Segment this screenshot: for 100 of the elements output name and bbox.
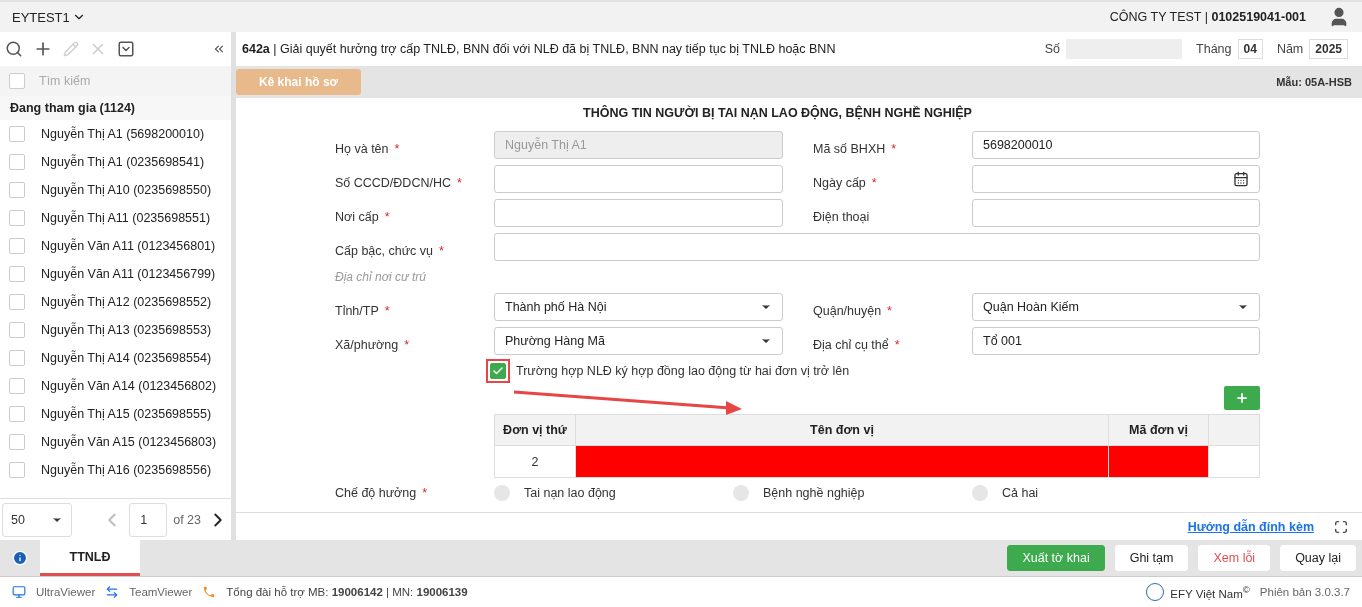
info-icon[interactable] [12, 550, 28, 566]
pencil-icon[interactable] [63, 41, 79, 57]
employee-name[interactable]: Nguyễn Thị A1 (0235698541) [41, 155, 205, 169]
support-text: Tổng đài hỗ trợ MB: 19006142 | MN: 19006139 [226, 586, 468, 598]
employee-name[interactable]: Nguyễn Thị A13 (0235698553) [41, 323, 212, 337]
employee-name[interactable]: Nguyễn Thị A10 (0235698550) [41, 183, 212, 197]
year-field[interactable]: 2025 [1309, 39, 1348, 59]
row-checkbox[interactable] [9, 154, 25, 170]
column-header: Đơn vị thứ [494, 414, 576, 446]
field-label: Quận/huyện * [813, 303, 893, 318]
row-checkbox[interactable] [9, 350, 25, 366]
tab[interactable]: TTNLĐ [40, 540, 140, 576]
field-label: Mã số BHXH * [813, 141, 898, 156]
month-label: Tháng [1196, 42, 1232, 56]
phone-icon [202, 585, 217, 599]
row-checkbox[interactable] [9, 182, 25, 198]
field-label: Ngày cấp * [813, 175, 878, 190]
field-label: Điện thoại [813, 209, 871, 224]
employee-name[interactable]: Nguyễn Văn A11 (0123456801) [41, 239, 216, 253]
row-checkbox[interactable] [9, 294, 25, 310]
input-field[interactable] [494, 199, 783, 227]
employee-name[interactable]: Nguyễn Văn A14 (0123456802) [41, 379, 217, 393]
page-total: of 23 [173, 512, 201, 527]
employee-name[interactable]: Nguyễn Thị A14 (0235698554) [41, 351, 212, 365]
row-checkbox[interactable] [9, 406, 25, 422]
employee-name[interactable]: Nguyễn Văn A11 (0123456799) [41, 267, 216, 281]
row-checkbox[interactable] [9, 210, 25, 226]
column-header [1208, 414, 1260, 446]
column-header: Mã đơn vị [1108, 414, 1209, 446]
page-size-select[interactable]: 50 [2, 502, 72, 537]
employee-name[interactable]: Nguyễn Thị A12 (0235698552) [41, 295, 212, 309]
radio-icon[interactable] [494, 485, 510, 501]
radio-option[interactable]: Tai nạn lao động [494, 485, 733, 501]
form-title: THÔNG TIN NGƯỜI BỊ TAI NẠN LAO ĐỘNG, BỆNH NGHỀ NGHIỆP [582, 106, 973, 120]
month-field[interactable]: 04 [1237, 39, 1263, 59]
field-label: Nơi cấp * [335, 209, 391, 224]
radio-icon[interactable] [972, 485, 988, 501]
row-checkbox[interactable] [9, 462, 25, 478]
column-header: Tên đơn vị [575, 414, 1109, 446]
plus-icon [1235, 391, 1249, 405]
table-cell: 2 [494, 445, 576, 478]
row-checkbox[interactable] [9, 434, 25, 450]
select-field[interactable]: Thành phố Hà Nội [494, 293, 783, 321]
employee-name[interactable]: Nguyễn Thị A1 (5698200010) [41, 127, 205, 141]
page-field[interactable]: 1 [129, 502, 168, 537]
field-label: Số CCCD/ĐDCN/HC * [335, 175, 463, 190]
section-label: Địa chỉ nơi cư trú [335, 269, 427, 286]
form-code: Mẫu: 05A-HSB [1276, 76, 1352, 88]
action-button[interactable]: Xem lỗi [1198, 545, 1271, 571]
chevron-square-icon[interactable] [117, 40, 135, 58]
input-field[interactable]: Tổ 001 [972, 327, 1260, 355]
employee-name[interactable]: Nguyễn Văn A15 (0123456803) [41, 435, 217, 449]
select-all-checkbox[interactable] [9, 73, 25, 89]
select-field[interactable]: Phường Hàng Mã [494, 327, 783, 355]
radio-option[interactable]: Cả hai [972, 485, 1172, 501]
group-heading: Đang tham gia (1124) [0, 96, 231, 120]
input-field[interactable] [494, 233, 1260, 261]
select-field[interactable]: Quận Hoàn Kiếm [972, 293, 1260, 321]
search-field[interactable]: Tìm kiếm [0, 66, 231, 96]
brand-name: EFY Việt Nam$^{©}$ [1170, 584, 1250, 600]
check-icon [492, 365, 504, 377]
field-label: Địa chỉ cụ thể * [813, 337, 901, 352]
calendar-icon[interactable] [1233, 171, 1249, 187]
collapse-icon[interactable] [212, 42, 226, 56]
input-field[interactable] [494, 165, 783, 193]
input-field[interactable]: 5698200010 [972, 131, 1260, 159]
row-checkbox[interactable] [9, 322, 25, 338]
document-title: 642a | Giải quyết hưởng trợ cấp TNLĐ, BNN đối với NLĐ đã bị TNLĐ, BNN nay tiếp tục bị TNLĐ hoặc BNN [242, 42, 837, 56]
checkbox-label: Trường hợp NLĐ ký hợp đồng lao động từ hai đơn vị trở lên [516, 364, 850, 378]
action-button[interactable]: Quay lại [1280, 545, 1356, 571]
tool-link[interactable]: UltraViewer [36, 586, 96, 598]
account-menu[interactable]: EYTEST1 [12, 9, 86, 25]
version-text: Phiên bản 3.0.3.7 [1259, 586, 1350, 598]
row-checkbox[interactable] [9, 378, 25, 394]
arrows-icon[interactable] [105, 585, 120, 599]
search-icon[interactable] [5, 40, 23, 58]
field-label: Chế độ hưởng * [335, 486, 429, 500]
table-cell [1208, 445, 1260, 478]
company-name: CÔNG TY TEST | 0102519041-001 [1109, 10, 1306, 24]
field-label: Xã/phường * [335, 337, 410, 352]
year-label: Năm [1276, 42, 1304, 56]
row-checkbox[interactable] [9, 238, 25, 254]
employee-name[interactable]: Nguyễn Thị A16 (0235698556) [41, 463, 212, 477]
field-label: Họ và tên * [335, 141, 401, 156]
employee-name[interactable]: Nguyễn Thị A15 (0235698555) [41, 407, 212, 421]
date-field[interactable] [972, 165, 1260, 193]
field-label: Tỉnh/TP * [335, 303, 391, 318]
monitor-icon[interactable] [12, 585, 26, 599]
number-label: Số [1044, 42, 1061, 56]
action-button[interactable]: Ghi tạm [1114, 545, 1189, 571]
row-checkbox[interactable] [9, 126, 25, 142]
row-checkbox[interactable] [9, 266, 25, 282]
radio-icon[interactable] [733, 485, 749, 501]
guide-link[interactable]: Hướng dẫn đính kèm [1187, 519, 1314, 534]
fullscreen-icon[interactable] [1334, 519, 1348, 534]
input-field[interactable] [972, 199, 1260, 227]
add-button[interactable] [1224, 386, 1260, 410]
radio-option[interactable]: Bệnh nghề nghiệp [733, 485, 972, 501]
tool-link[interactable]: TeamViewer [129, 586, 193, 598]
employee-name[interactable]: Nguyễn Thị A11 (0235698551) [41, 211, 211, 225]
